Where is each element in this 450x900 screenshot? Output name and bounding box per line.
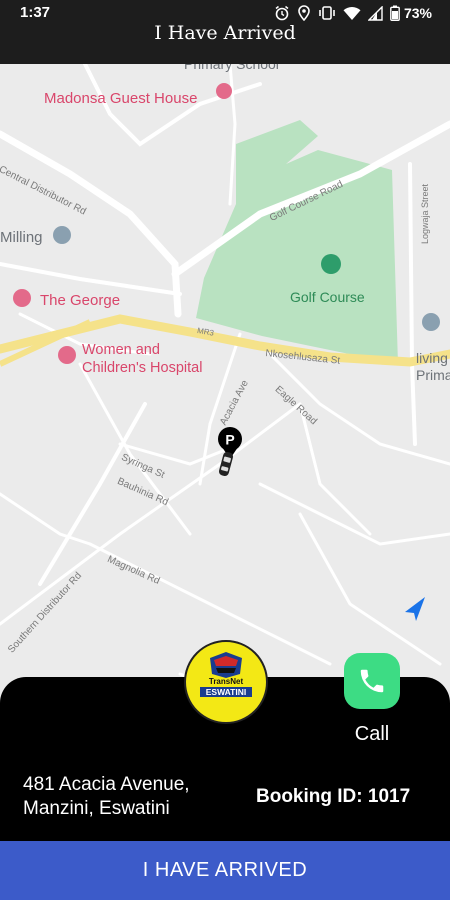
poi-living-line2: Prima [416,367,450,383]
alarm-icon [275,5,289,21]
logo-brand: TransNet [208,677,244,686]
parking-marker-text: P [225,432,234,448]
address-line-1: 481 Acacia Avenue, [23,774,190,795]
poi-hospital-line2[interactable]: Children's Hospital [82,360,202,376]
street-logwaja: Logwaja Street [420,183,430,244]
call-label[interactable]: Call [340,723,404,746]
phone-icon [360,669,384,693]
poi-hospital-line1[interactable]: Women and [82,342,160,358]
status-icons: 73% [274,3,432,23]
battery-percent: 73% [403,5,432,21]
vibrate-icon [319,6,335,20]
page-title: I Have Arrived [154,22,296,44]
poi-primary-school: Primary School [184,64,279,72]
poi-the-george[interactable]: The George [40,292,120,309]
company-logo: TransNet ESWATINI [184,640,268,724]
battery-icon [390,5,400,21]
local-roads [0,64,450,704]
wifi-icon [343,6,361,20]
booking-id: Booking ID: 1017 [256,786,411,807]
i-have-arrived-button[interactable]: I HAVE ARRIVED [0,841,450,900]
address-line-2: Manzini, Eswatini [23,798,170,819]
map-view[interactable]: P Primary School Madonsa Guest House Mil… [0,64,450,704]
map-canvas: P [0,64,450,704]
pickup-address: 481 Acacia Avenue, Manzini, Eswatini [23,773,243,821]
signal-icon [367,5,383,21]
app-header: I Have Arrived [0,22,450,64]
call-button[interactable] [344,653,400,709]
poi-golf-course[interactable]: Golf Course [290,289,365,305]
logo-country: ESWATINI [200,687,252,697]
location-icon [298,5,310,21]
nav-arrow-icon [405,597,425,621]
status-time: 1:37 [20,4,51,21]
poi-living-line1: living [416,350,448,366]
poi-madonsa[interactable]: Madonsa Guest House [44,90,197,107]
poi-milling[interactable]: Milling [0,229,43,246]
